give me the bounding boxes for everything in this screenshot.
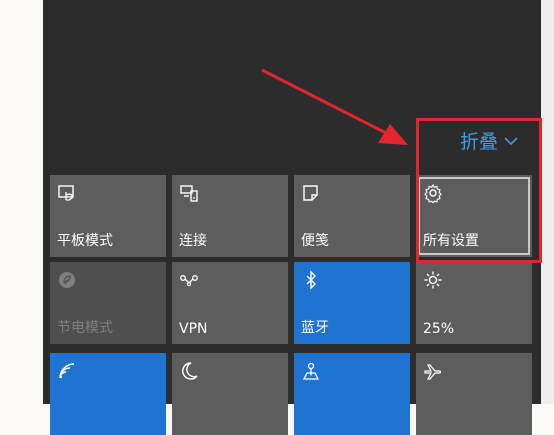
tile-label: 蓝牙 [301,320,329,336]
wifi-icon [57,361,77,381]
desktop-background [0,0,43,404]
tile-note[interactable]: 便笺 [294,175,410,257]
tile-quiet-hours[interactable] [172,353,288,435]
vpn-icon [179,270,199,290]
tile-label: 便笺 [301,233,329,249]
tile-label: 平板模式 [57,233,113,249]
location-icon [301,361,321,381]
battery-saver-icon [57,270,77,290]
tile-tablet-mode[interactable]: 平板模式 [50,175,166,257]
tile-bluetooth[interactable]: 蓝牙 [294,262,410,344]
bluetooth-icon [301,270,321,290]
chevron-down-icon [504,129,518,151]
airplane-icon [423,361,443,381]
tile-brightness[interactable]: 25% [416,262,532,344]
tile-vpn[interactable]: VPN [172,262,288,344]
collapse-label: 折叠 [460,130,499,153]
tile-battery-saver[interactable]: 节电模式 [50,262,166,344]
gear-icon [423,183,443,203]
tile-label: 所有设置 [423,233,479,249]
connect-icon [179,183,199,203]
brightness-icon [423,270,443,290]
moon-icon [179,361,199,381]
tablet-mode-icon [57,183,77,203]
tile-label: VPN [179,321,208,337]
note-icon [301,183,321,203]
tile-connect[interactable]: 连接 [172,175,288,257]
tile-wifi[interactable] [50,353,166,435]
tile-label: 连接 [179,233,207,249]
tile-airplane-mode[interactable] [416,353,532,435]
tile-label: 节电模式 [57,320,113,336]
tile-all-settings[interactable]: 所有设置 [416,175,532,257]
scrollbar-track [541,0,554,404]
tile-location[interactable] [294,353,410,435]
collapse-button[interactable]: 折叠 [460,125,518,155]
tile-label: 25% [423,321,455,337]
